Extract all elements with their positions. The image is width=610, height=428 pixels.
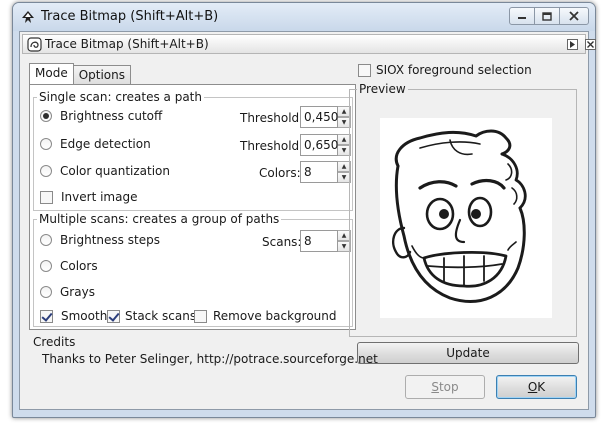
invert-image-option[interactable]: Invert image	[40, 190, 137, 204]
window-controls	[509, 7, 589, 25]
dock-header: Trace Bitmap (Shift+Alt+B)	[22, 34, 596, 54]
siox-option[interactable]: SIOX foreground selection	[358, 63, 532, 77]
maximize-button[interactable]	[534, 7, 560, 25]
stack-scans-option[interactable]: Stack scans	[107, 309, 196, 323]
color-quantization-radio[interactable]	[40, 165, 52, 177]
minimize-icon	[518, 17, 526, 19]
grays-radio[interactable]	[40, 286, 52, 298]
maximize-icon	[542, 11, 552, 21]
edge-detection-option[interactable]: Edge detection	[40, 137, 151, 151]
close-button[interactable]	[559, 7, 589, 25]
colors-radio[interactable]	[40, 260, 52, 272]
inkscape-logo-icon	[22, 11, 34, 23]
invert-image-checkbox[interactable]	[40, 190, 53, 204]
grays-label: Grays	[60, 285, 95, 299]
brightness-cutoff-label: Brightness cutoff	[60, 109, 163, 123]
ok-label-rest: K	[537, 380, 546, 394]
smooth-checkbox[interactable]	[40, 309, 53, 323]
remove-background-checkbox[interactable]	[194, 309, 207, 323]
colors-input[interactable]: 8	[300, 161, 338, 183]
scans-spinner[interactable]: 8 ▲ ▼	[300, 230, 352, 252]
multiple-scans-legend: Multiple scans: creates a group of paths	[37, 212, 282, 226]
remove-background-label: Remove background	[213, 309, 337, 323]
grays-option[interactable]: Grays	[40, 285, 95, 299]
dock-title: Trace Bitmap (Shift+Alt+B)	[45, 37, 209, 51]
scans-label: Scans:	[262, 235, 302, 249]
siox-label: SIOX foreground selection	[376, 63, 532, 77]
traced-face-drawing	[392, 129, 527, 303]
minimize-button[interactable]	[509, 7, 535, 25]
brightness-cutoff-option[interactable]: Brightness cutoff	[40, 109, 162, 123]
siox-checkbox[interactable]	[358, 63, 371, 77]
colors-option-label: Colors	[60, 259, 98, 273]
stop-mnemonic: S	[431, 380, 439, 394]
mode-tab-panel: Single scan: creates a path Brightness c…	[29, 84, 356, 330]
tab-mode[interactable]: Mode	[29, 63, 74, 84]
play-icon	[570, 41, 575, 48]
tab-options[interactable]: Options	[72, 65, 132, 84]
edge-detection-label: Edge detection	[60, 137, 151, 151]
brightness-steps-label: Brightness steps	[60, 233, 160, 247]
brightness-threshold-spinner[interactable]: 0,450 ▲ ▼	[300, 106, 352, 128]
color-quantization-option[interactable]: Color quantization	[40, 164, 170, 178]
remove-background-option[interactable]: Remove background	[194, 309, 337, 323]
window-title: Trace Bitmap (Shift+Alt+B)	[41, 9, 219, 24]
smooth-option[interactable]: Smooth	[40, 309, 107, 323]
preview-legend: Preview	[357, 82, 408, 96]
dock-iconify-button[interactable]	[567, 39, 578, 50]
brightness-threshold-input[interactable]: 0,450	[300, 106, 338, 128]
ok-button[interactable]: OK	[496, 375, 577, 399]
colors-option[interactable]: Colors	[40, 259, 98, 273]
scans-input[interactable]: 8	[300, 230, 338, 252]
single-scan-group: Single scan: creates a path Brightness c…	[33, 90, 353, 211]
edge-threshold-label: Threshold:	[240, 139, 304, 153]
invert-image-label: Invert image	[61, 190, 138, 204]
color-quantization-label: Color quantization	[60, 164, 171, 178]
close-icon	[569, 11, 579, 21]
colors-label: Colors:	[259, 166, 301, 180]
credits-text: Thanks to Peter Selinger, http://potrace…	[42, 352, 378, 366]
brightness-steps-option[interactable]: Brightness steps	[40, 233, 160, 247]
trace-bitmap-icon	[27, 37, 42, 52]
edge-threshold-spinner[interactable]: 0,650 ▲ ▼	[300, 134, 352, 156]
ok-mnemonic: O	[527, 380, 538, 394]
tab-strip: Mode Options	[29, 63, 132, 84]
title-bar[interactable]: Trace Bitmap (Shift+Alt+B)	[13, 3, 595, 31]
preview-image	[380, 118, 552, 318]
colors-spinner[interactable]: 8 ▲ ▼	[300, 161, 352, 183]
brightness-threshold-label: Threshold:	[240, 111, 304, 125]
edge-threshold-input[interactable]: 0,650	[300, 134, 338, 156]
credits-heading: Credits	[33, 335, 76, 349]
edge-detection-radio[interactable]	[40, 138, 52, 150]
close-icon	[587, 41, 594, 48]
multiple-scans-group: Multiple scans: creates a group of paths…	[33, 212, 353, 327]
dock-close-button[interactable]	[585, 39, 596, 50]
brightness-steps-radio[interactable]	[40, 234, 52, 246]
stop-label-rest: top	[438, 380, 459, 394]
stack-scans-checkbox[interactable]	[107, 309, 120, 323]
smooth-label: Smooth	[61, 309, 108, 323]
update-button[interactable]: Update	[357, 342, 579, 364]
stop-button[interactable]: Stop	[405, 375, 485, 399]
stack-scans-label: Stack scans	[125, 309, 197, 323]
brightness-cutoff-radio[interactable]	[40, 110, 52, 122]
single-scan-legend: Single scan: creates a path	[37, 90, 204, 104]
